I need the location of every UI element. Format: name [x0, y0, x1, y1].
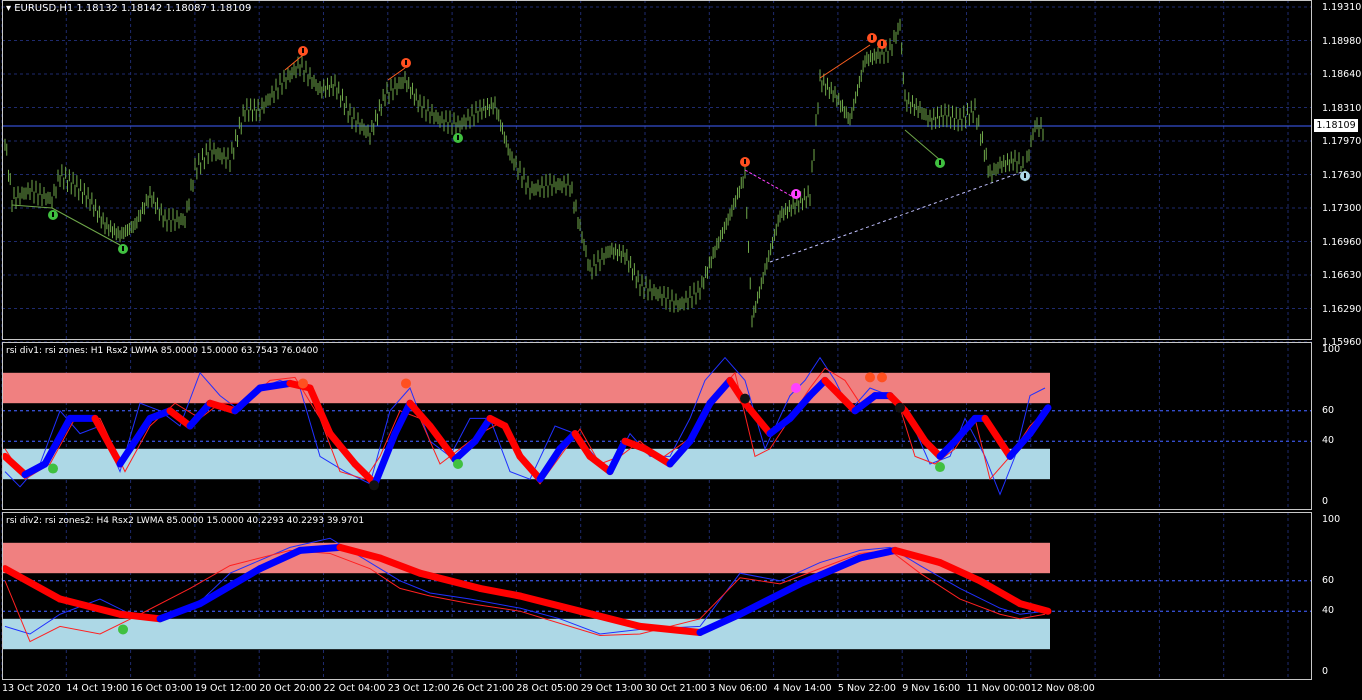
price-axis-label: 1.16960 — [1322, 236, 1362, 248]
indicator-level-label: 60 — [1322, 404, 1335, 416]
price-axis-label: 1.16290 — [1322, 303, 1362, 315]
price-axis-label: 1.17300 — [1322, 203, 1362, 214]
indicator-level-label: 60 — [1322, 574, 1335, 586]
time-axis-label: 30 Oct 21:00 — [645, 683, 707, 694]
rsi-div2-pane[interactable] — [2, 512, 1312, 680]
time-axis-label: 28 Oct 05:00 — [516, 683, 579, 694]
time-axis-label: 26 Oct 21:00 — [452, 683, 515, 694]
indicator-level-label: 100 — [1322, 344, 1341, 355]
time-axis-label: 23 Oct 12:00 — [387, 683, 450, 694]
price-axis-label: 1.16630 — [1322, 270, 1362, 281]
main-price-pane[interactable] — [2, 0, 1312, 340]
time-axis-label: 11 Nov 00:00 — [966, 683, 1031, 694]
time-axis-label: 20 Oct 20:00 — [259, 683, 322, 694]
price-axis-label: 1.17630 — [1322, 169, 1362, 181]
price-axis-label: 1.18980 — [1322, 35, 1362, 47]
time-axis-label: 4 Nov 14:00 — [773, 683, 832, 694]
indicator-level-label: 40 — [1322, 605, 1335, 617]
price-axis-label: 1.18640 — [1322, 69, 1362, 80]
price-axis-label: 1.18310 — [1322, 102, 1362, 114]
current-price-label: 1.18109 — [1314, 119, 1358, 132]
symbol-header: ▾ EURUSD,H1 1.18132 1.18142 1.18087 1.18… — [6, 3, 252, 14]
time-axis-label: 29 Oct 13:00 — [580, 683, 643, 694]
indicator-level-label: 0 — [1322, 666, 1329, 677]
time-axis-label: 14 Oct 19:00 — [66, 683, 129, 694]
price-axis-label: 1.19310 — [1322, 2, 1362, 13]
indicator-level-label: 0 — [1322, 496, 1329, 507]
indicator-level-label: 100 — [1322, 514, 1341, 525]
time-axis-label: 3 Nov 06:00 — [709, 683, 768, 694]
ind1-header: rsi div1: rsi zones: H1 Rsx2 LWMA 85.000… — [6, 346, 319, 356]
time-axis-label: 19 Oct 12:00 — [194, 683, 257, 694]
collapse-triangle-icon[interactable]: ▾ — [6, 3, 14, 14]
time-axis-label: 22 Oct 04:00 — [323, 683, 386, 694]
indicator-level-label: 40 — [1322, 435, 1335, 447]
time-axis-label: 9 Nov 16:00 — [902, 683, 961, 694]
time-axis-label: 13 Oct 2020 — [2, 683, 61, 694]
time-axis-label: 5 Nov 22:00 — [837, 683, 896, 694]
time-axis-label: 16 Oct 03:00 — [130, 683, 193, 694]
time-axis-label: 12 Nov 08:00 — [1030, 683, 1095, 694]
ind2-header: rsi div2: rsi zones2: H4 Rsx2 LWMA 85.00… — [6, 516, 365, 526]
price-axis-label: 1.17970 — [1322, 136, 1362, 147]
rsi-div1-pane[interactable] — [2, 342, 1312, 510]
